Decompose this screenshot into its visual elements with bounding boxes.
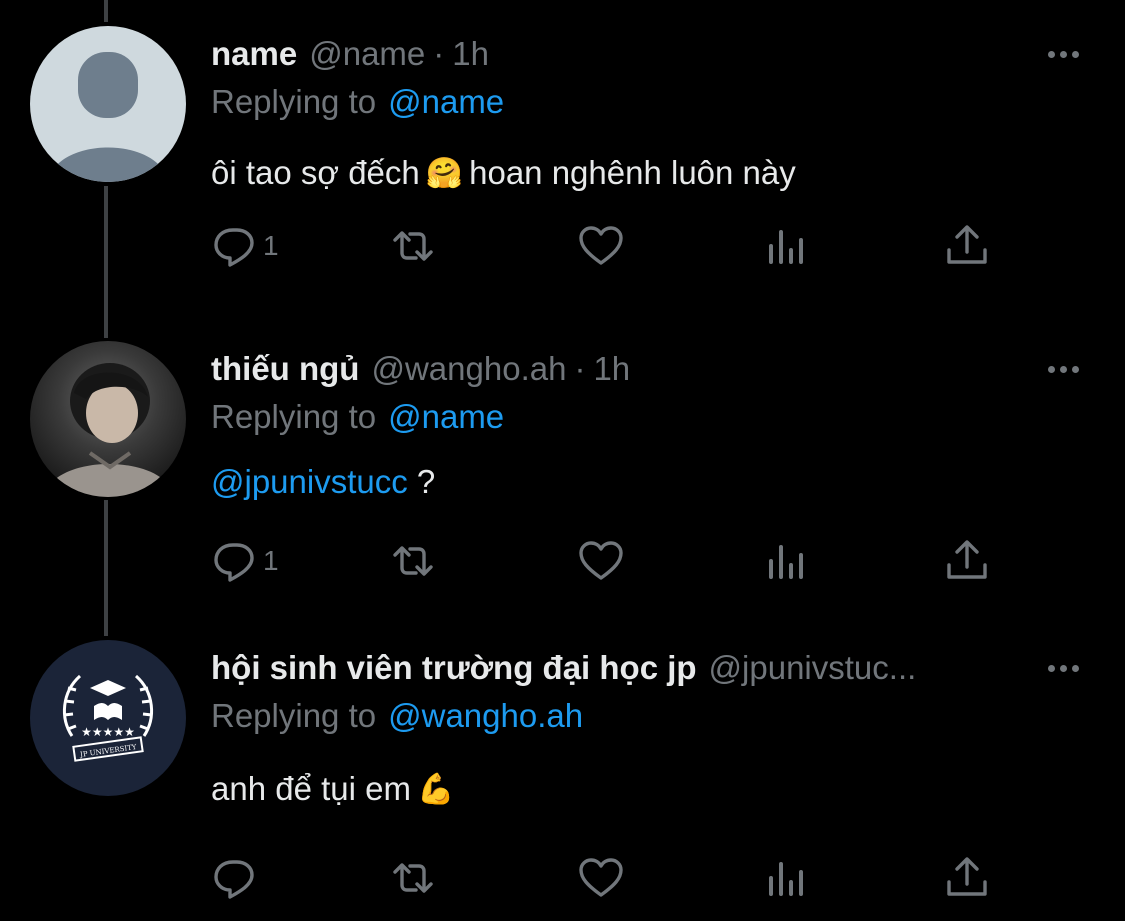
tweet[interactable]: name @name · 1h Replying to @name ôi tao… <box>0 26 1125 302</box>
views-icon <box>769 545 803 579</box>
handle[interactable]: @wangho.ah <box>371 350 566 388</box>
more-icon[interactable] <box>1041 347 1085 391</box>
more-icon[interactable] <box>1041 32 1085 76</box>
like-icon <box>579 226 623 265</box>
tweet-text-part: hoan nghênh luôn này <box>469 154 796 191</box>
tweet[interactable]: ★★★★★ JP UNIVERSITY hội sinh viên trường… <box>0 640 1125 921</box>
like-icon <box>579 858 623 897</box>
retweet-icon <box>393 231 433 261</box>
views-icon <box>769 230 803 264</box>
share-icon <box>947 540 987 579</box>
avatar[interactable] <box>30 341 186 497</box>
replying-to: Replying to @name <box>211 395 504 439</box>
action-bar: 1 <box>211 533 1011 589</box>
replying-to: Replying to @wangho.ah <box>211 694 583 738</box>
tweet-text-part: ôi tao sợ đếch <box>211 154 420 191</box>
replying-to-label: Replying to <box>211 83 377 120</box>
retweet-button[interactable] <box>389 850 437 906</box>
handle[interactable]: @name <box>309 35 425 73</box>
reply-icon <box>214 228 254 267</box>
like-button[interactable] <box>577 533 625 589</box>
action-bar: 1 <box>211 218 1011 274</box>
reply-icon <box>214 543 254 582</box>
replying-to-mention[interactable]: @name <box>388 398 504 436</box>
tweet-header: hội sinh viên trường đại học jp @jpunivs… <box>211 646 916 690</box>
jp-university-logo: ★★★★★ JP UNIVERSITY <box>62 674 154 762</box>
tweet-text: anh để tụi em 💪 <box>211 766 460 812</box>
body-mention[interactable]: @jpunivstucc <box>211 463 408 501</box>
replying-to-mention[interactable]: @wangho.ah <box>388 697 583 735</box>
tweet-text-part: anh để tụi em <box>211 770 411 807</box>
hugging-face-emoji: 🤗 <box>425 156 464 190</box>
retweet-button[interactable] <box>389 218 437 274</box>
tweet-header: name @name · 1h <box>211 32 489 76</box>
tweet-text: @jpunivstucc ? <box>211 459 435 505</box>
tweet-header: thiếu ngủ @wangho.ah · 1h <box>211 347 630 391</box>
separator: · <box>433 35 445 72</box>
reply-button[interactable] <box>211 850 259 906</box>
replying-to: Replying to @name <box>211 80 504 124</box>
reply-button[interactable]: 1 <box>211 218 279 274</box>
flexed-biceps-emoji: 💪 <box>416 772 455 806</box>
svg-text:★★★★★: ★★★★★ <box>81 725 135 739</box>
retweet-button[interactable] <box>389 533 437 589</box>
handle[interactable]: @jpunivstuc... <box>709 649 917 687</box>
default-avatar-icon <box>48 52 168 182</box>
separator: · <box>574 350 586 387</box>
replying-to-mention[interactable]: @name <box>388 83 504 121</box>
tweet-text: ôi tao sợ đếch 🤗 hoan nghênh luôn này <box>211 150 796 196</box>
retweet-icon <box>393 546 433 576</box>
views-button[interactable] <box>763 533 811 589</box>
replying-to-label: Replying to <box>211 398 377 435</box>
share-button[interactable] <box>943 850 991 906</box>
avatar[interactable] <box>30 26 186 182</box>
reply-button[interactable]: 1 <box>211 533 279 589</box>
retweet-icon <box>393 863 433 893</box>
like-icon <box>579 541 623 580</box>
reply-count: 1 <box>263 230 279 261</box>
display-name[interactable]: hội sinh viên trường đại học jp <box>211 649 697 687</box>
action-bar <box>211 850 1011 906</box>
like-button[interactable] <box>577 218 625 274</box>
display-name[interactable]: name <box>211 35 297 73</box>
reply-count: 1 <box>263 545 279 576</box>
share-icon <box>947 857 987 896</box>
replying-to-label: Replying to <box>211 697 377 734</box>
share-button[interactable] <box>943 218 991 274</box>
views-button[interactable] <box>763 218 811 274</box>
views-button[interactable] <box>763 850 811 906</box>
avatar[interactable]: ★★★★★ JP UNIVERSITY <box>30 640 186 796</box>
timestamp[interactable]: 1h <box>593 350 630 388</box>
display-name[interactable]: thiếu ngủ <box>211 350 359 388</box>
reply-icon <box>214 860 254 899</box>
timestamp[interactable]: 1h <box>452 35 489 73</box>
share-button[interactable] <box>943 533 991 589</box>
share-icon <box>947 225 987 264</box>
like-button[interactable] <box>577 850 625 906</box>
tweet[interactable]: thiếu ngủ @wangho.ah · 1h Replying to @n… <box>0 341 1125 617</box>
profile-photo <box>44 363 174 497</box>
more-icon[interactable] <box>1041 646 1085 690</box>
thread-line-top <box>104 0 108 22</box>
views-icon <box>769 862 803 896</box>
tweet-text-part: ? <box>407 463 436 500</box>
